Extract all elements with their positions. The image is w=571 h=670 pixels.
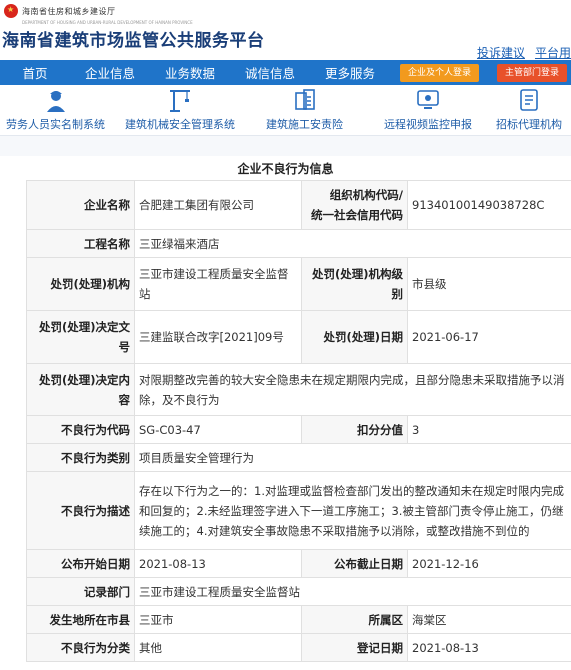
service-shortcuts: 劳务人员实名制系统 建筑机械安全管理系统 建筑施工安责险 远程视频监控申报 招标… xyxy=(0,85,571,135)
decision-date-label: 处罚(处理)日期 xyxy=(301,310,408,364)
city-label: 发生地所在市县 xyxy=(26,605,135,634)
decision-content-label: 处罚(处理)决定内容 xyxy=(26,363,135,416)
table-row: 工程名称 三亚绿福来酒店 xyxy=(26,229,571,258)
decision-no-label: 处罚(处理)决定文号 xyxy=(26,310,135,364)
publish-end-label: 公布截止日期 xyxy=(301,549,408,578)
city-value: 三亚市 xyxy=(134,605,302,634)
table-row: 企业名称 合肥建工集团有限公司 组织机构代码/统一社会信用代码 91340100… xyxy=(26,180,571,230)
top-links: 投诉建议 平台用 xyxy=(467,44,571,61)
district-label: 所属区 xyxy=(301,605,408,634)
main-nav: 首页 企业信息 业务数据 诚信信息 更多服务 企业及个人登录 主管部门登录 xyxy=(0,60,571,85)
table-row: 记录部门 三亚市建设工程质量安全监督站 xyxy=(26,577,571,606)
district-value: 海棠区 xyxy=(407,605,571,634)
crane-icon xyxy=(170,90,190,112)
service-label: 劳务人员实名制系统 xyxy=(6,118,105,131)
deduction-value: 3 xyxy=(407,415,571,444)
service-worker-realname[interactable]: 劳务人员实名制系统 xyxy=(6,87,105,132)
behavior-desc-label: 不良行为描述 xyxy=(26,471,135,550)
service-label: 远程视频监控申报 xyxy=(384,118,472,131)
department-name: 海南省住房和城乡建设厅 xyxy=(22,6,116,16)
service-label: 招标代理机构 xyxy=(496,118,562,131)
behavior-desc-value: 存在以下行为之一的：1.对监理或监督检查部门发出的整改通知未在规定时限内完成和回… xyxy=(134,471,571,550)
section-title: 企业不良行为信息 xyxy=(237,162,334,176)
behavior-code-label: 不良行为代码 xyxy=(26,415,135,444)
record-dept-label: 记录部门 xyxy=(26,577,135,606)
register-date-label: 登记日期 xyxy=(301,633,408,662)
project-name-label: 工程名称 xyxy=(26,229,135,258)
table-row: 处罚(处理)机构 三亚市建设工程质量安全监督站 处罚(处理)机构级别 市县级 xyxy=(26,257,571,311)
project-name-value: 三亚绿福来酒店 xyxy=(134,229,571,258)
insurance-icon xyxy=(294,89,315,110)
deduction-label: 扣分分值 xyxy=(301,415,408,444)
enterprise-name-value: 合肥建工集团有限公司 xyxy=(134,180,302,230)
authority-label: 处罚(处理)机构 xyxy=(26,257,135,311)
authority-level-label: 处罚(处理)机构级别 xyxy=(301,257,408,311)
enterprise-name-label: 企业名称 xyxy=(26,180,135,230)
table-row: 处罚(处理)决定文号 三建监联合改字[2021]09号 处罚(处理)日期 202… xyxy=(26,310,571,364)
org-code-value: 91340100149038728C xyxy=(407,180,571,230)
table-row: 发生地所在市县 三亚市 所属区 海棠区 xyxy=(26,605,571,634)
publish-end-value: 2021-12-16 xyxy=(407,549,571,578)
nav-credit-info[interactable]: 诚信信息 xyxy=(230,63,310,82)
behavior-category-label: 不良行为类别 xyxy=(26,443,135,472)
service-bidding-agency[interactable]: 招标代理机构 xyxy=(496,87,562,132)
authority-level-value: 市县级 xyxy=(407,257,571,311)
site-title: 海南省建筑市场监管公共服务平台 xyxy=(2,31,265,51)
department-logo[interactable]: 海南省住房和城乡建设厅 xyxy=(4,4,116,18)
dept-login-button[interactable]: 主管部门登录 xyxy=(497,63,568,82)
classification-label: 不良行为分类 xyxy=(26,633,135,662)
table-row: 不良行为描述 存在以下行为之一的：1.对监理或监督检查部门发出的整改通知未在规定… xyxy=(26,471,571,550)
site-header: 海南省住房和城乡建设厅 DEPARTMENT OF HOUSING AND UR… xyxy=(0,0,571,60)
decision-no-value: 三建监联合改字[2021]09号 xyxy=(134,310,302,364)
decision-date-value: 2021-06-17 xyxy=(407,310,571,364)
video-monitor-icon xyxy=(417,90,439,109)
nav-business-data[interactable]: 业务数据 xyxy=(150,63,230,82)
table-row: 公布开始日期 2021-08-13 公布截止日期 2021-12-16 xyxy=(26,549,571,578)
document-icon xyxy=(520,89,538,111)
service-label: 建筑机械安全管理系统 xyxy=(125,118,235,131)
enterprise-login-button[interactable]: 企业及个人登录 xyxy=(400,63,480,82)
worker-icon xyxy=(46,91,65,112)
service-label: 建筑施工安责险 xyxy=(266,118,343,131)
publish-start-value: 2021-08-13 xyxy=(134,549,302,578)
decision-content-value: 对限期整改完善的较大安全隐患未在规定期限内完成，且部分隐患未采取措施予以消除，及… xyxy=(134,363,571,416)
divider xyxy=(0,135,571,156)
national-emblem-icon xyxy=(4,4,18,18)
record-dept-value: 三亚市建设工程质量安全监督站 xyxy=(134,577,571,606)
nav-enterprise-info[interactable]: 企业信息 xyxy=(70,63,150,82)
bad-behavior-table: 企业名称 合肥建工集团有限公司 组织机构代码/统一社会信用代码 91340100… xyxy=(26,180,571,662)
table-row: 不良行为分类 其他 登记日期 2021-08-13 xyxy=(26,633,571,662)
platform-link[interactable]: 平台用 xyxy=(535,46,571,60)
service-machinery-safety[interactable]: 建筑机械安全管理系统 xyxy=(125,87,235,132)
register-date-value: 2021-08-13 xyxy=(407,633,571,662)
service-safety-insurance[interactable]: 建筑施工安责险 xyxy=(266,87,343,132)
table-row: 不良行为代码 SG-C03-47 扣分分值 3 xyxy=(26,415,571,444)
classification-value: 其他 xyxy=(134,633,302,662)
service-video-monitoring[interactable]: 远程视频监控申报 xyxy=(384,87,472,132)
complaint-link[interactable]: 投诉建议 xyxy=(477,46,525,60)
org-code-label: 组织机构代码/统一社会信用代码 xyxy=(301,180,408,230)
behavior-category-value: 项目质量安全管理行为 xyxy=(134,443,571,472)
authority-value: 三亚市建设工程质量安全监督站 xyxy=(134,257,302,311)
behavior-code-value: SG-C03-47 xyxy=(134,415,302,444)
table-row: 处罚(处理)决定内容 对限期整改完善的较大安全隐患未在规定期限内完成，且部分隐患… xyxy=(26,363,571,416)
department-english-name: DEPARTMENT OF HOUSING AND URBAN-RURAL DE… xyxy=(22,20,193,25)
nav-home[interactable]: 首页 xyxy=(0,63,70,82)
publish-start-label: 公布开始日期 xyxy=(26,549,135,578)
nav-more-services[interactable]: 更多服务 xyxy=(310,63,390,82)
table-row: 不良行为类别 项目质量安全管理行为 xyxy=(26,443,571,472)
